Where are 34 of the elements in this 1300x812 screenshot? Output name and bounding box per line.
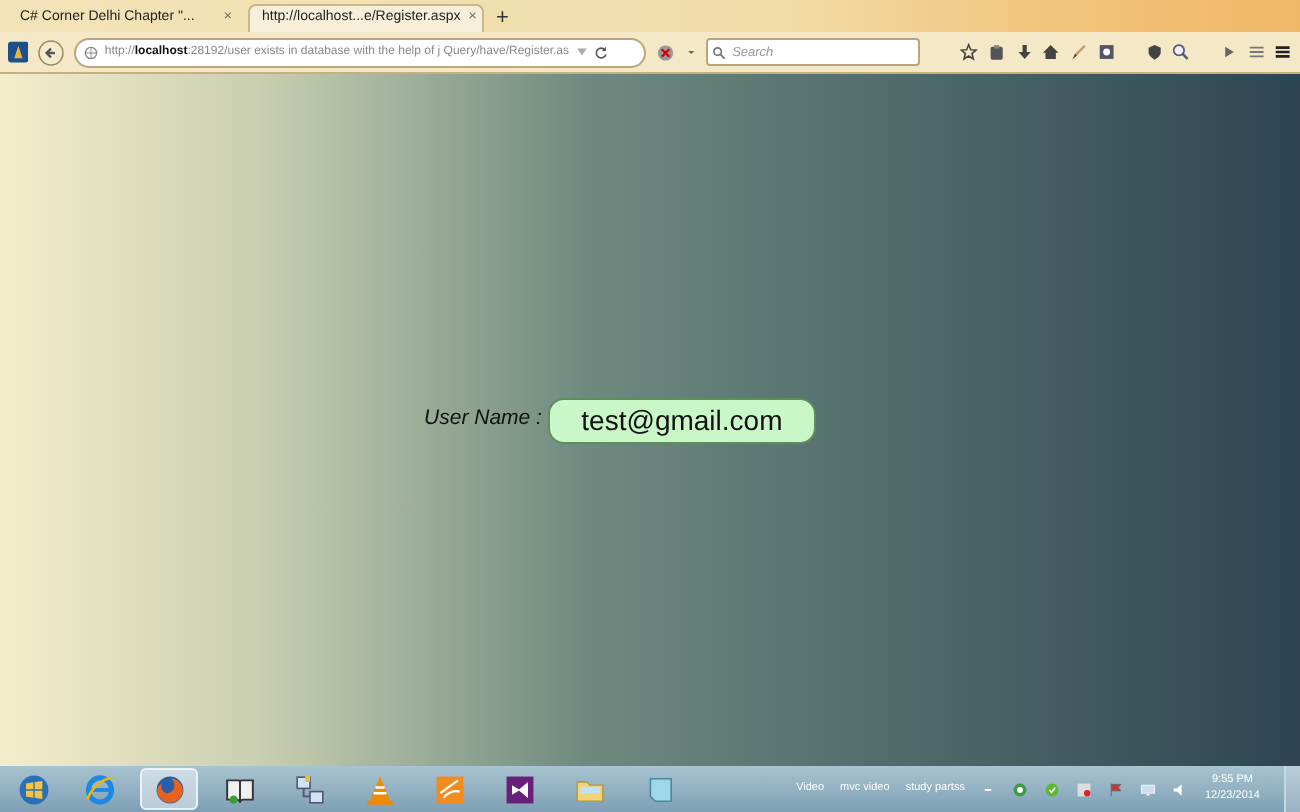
globe-icon (84, 45, 99, 59)
browser-globe-icon (153, 773, 185, 805)
star-icon[interactable] (960, 42, 979, 62)
network-icon (293, 773, 325, 805)
taskbar-button[interactable] (140, 768, 198, 810)
home-icon[interactable] (1042, 42, 1061, 62)
addon-icon[interactable] (656, 41, 676, 63)
pen-icon[interactable] (1070, 42, 1088, 62)
code-editor-icon (503, 773, 535, 805)
list-icon[interactable] (1247, 42, 1265, 62)
screenshot-icon[interactable] (1097, 42, 1115, 62)
book-icon (223, 773, 255, 805)
clipboard-icon[interactable] (988, 42, 1006, 62)
media-icon[interactable] (1220, 42, 1238, 62)
search-icon (712, 45, 727, 59)
field-label: User Name : (424, 404, 542, 435)
app-logo-icon[interactable] (8, 40, 29, 64)
update-icon[interactable] (1044, 781, 1061, 797)
shield-icon[interactable] (1145, 42, 1163, 62)
caret-icon[interactable] (685, 46, 697, 58)
username-field[interactable]: test@gmail.com (547, 397, 816, 443)
browser-e-icon (83, 773, 115, 805)
menu-icon[interactable] (1274, 42, 1293, 62)
reload-icon[interactable] (593, 45, 607, 59)
start-button[interactable] (18, 773, 50, 805)
zoom-icon[interactable] (1172, 42, 1190, 62)
traffic-cone-icon (363, 773, 395, 805)
flag-icon[interactable] (1108, 781, 1125, 797)
cloud-icon[interactable] (1012, 781, 1029, 797)
alert-icon[interactable] (1076, 781, 1093, 797)
new-tab-button[interactable]: + (488, 4, 517, 32)
back-button[interactable] (38, 37, 65, 67)
document-icon (433, 773, 465, 805)
download-icon[interactable] (1015, 42, 1033, 62)
